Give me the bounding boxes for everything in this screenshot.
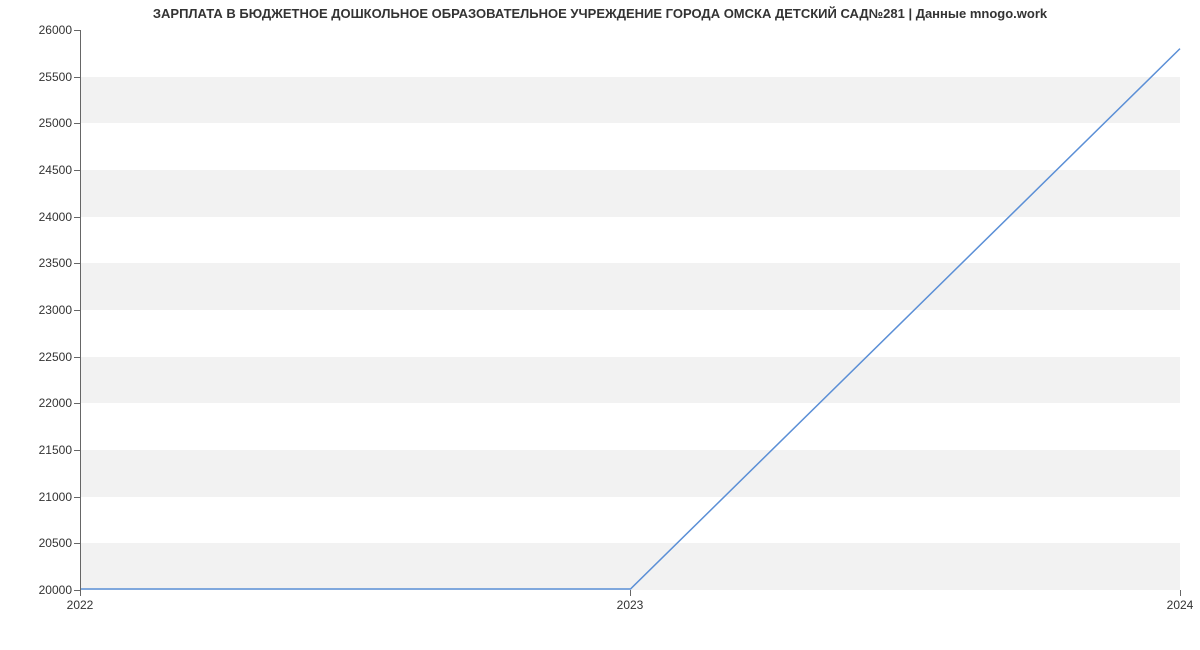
y-tick-label: 20000 [0,583,72,597]
y-tick-label: 25500 [0,70,72,84]
y-tick-mark [74,217,80,218]
y-tick-mark [74,543,80,544]
x-tick-label: 2023 [617,598,644,612]
y-tick-mark [74,170,80,171]
y-tick-mark [74,450,80,451]
y-tick-mark [74,357,80,358]
y-tick-label: 21500 [0,443,72,457]
plot-area [80,30,1180,590]
y-tick-mark [74,30,80,31]
y-tick-label: 22000 [0,396,72,410]
y-tick-mark [74,497,80,498]
chart-container: ЗАРПЛАТА В БЮДЖЕТНОЕ ДОШКОЛЬНОЕ ОБРАЗОВА… [0,0,1200,650]
x-tick-label: 2024 [1167,598,1194,612]
y-tick-label: 26000 [0,23,72,37]
y-tick-label: 25000 [0,116,72,130]
y-tick-mark [74,403,80,404]
x-tick-mark [630,590,631,596]
series-line [81,49,1180,589]
y-tick-label: 24500 [0,163,72,177]
y-tick-label: 23000 [0,303,72,317]
chart-title: ЗАРПЛАТА В БЮДЖЕТНОЕ ДОШКОЛЬНОЕ ОБРАЗОВА… [0,6,1200,21]
x-tick-mark [80,590,81,596]
y-tick-mark [74,310,80,311]
y-tick-label: 22500 [0,350,72,364]
y-tick-mark [74,123,80,124]
x-tick-mark [1180,590,1181,596]
y-tick-label: 23500 [0,256,72,270]
x-tick-label: 2022 [67,598,94,612]
y-tick-label: 24000 [0,210,72,224]
y-tick-label: 21000 [0,490,72,504]
line-series [81,30,1180,589]
y-tick-label: 20500 [0,536,72,550]
y-tick-mark [74,263,80,264]
y-tick-mark [74,77,80,78]
